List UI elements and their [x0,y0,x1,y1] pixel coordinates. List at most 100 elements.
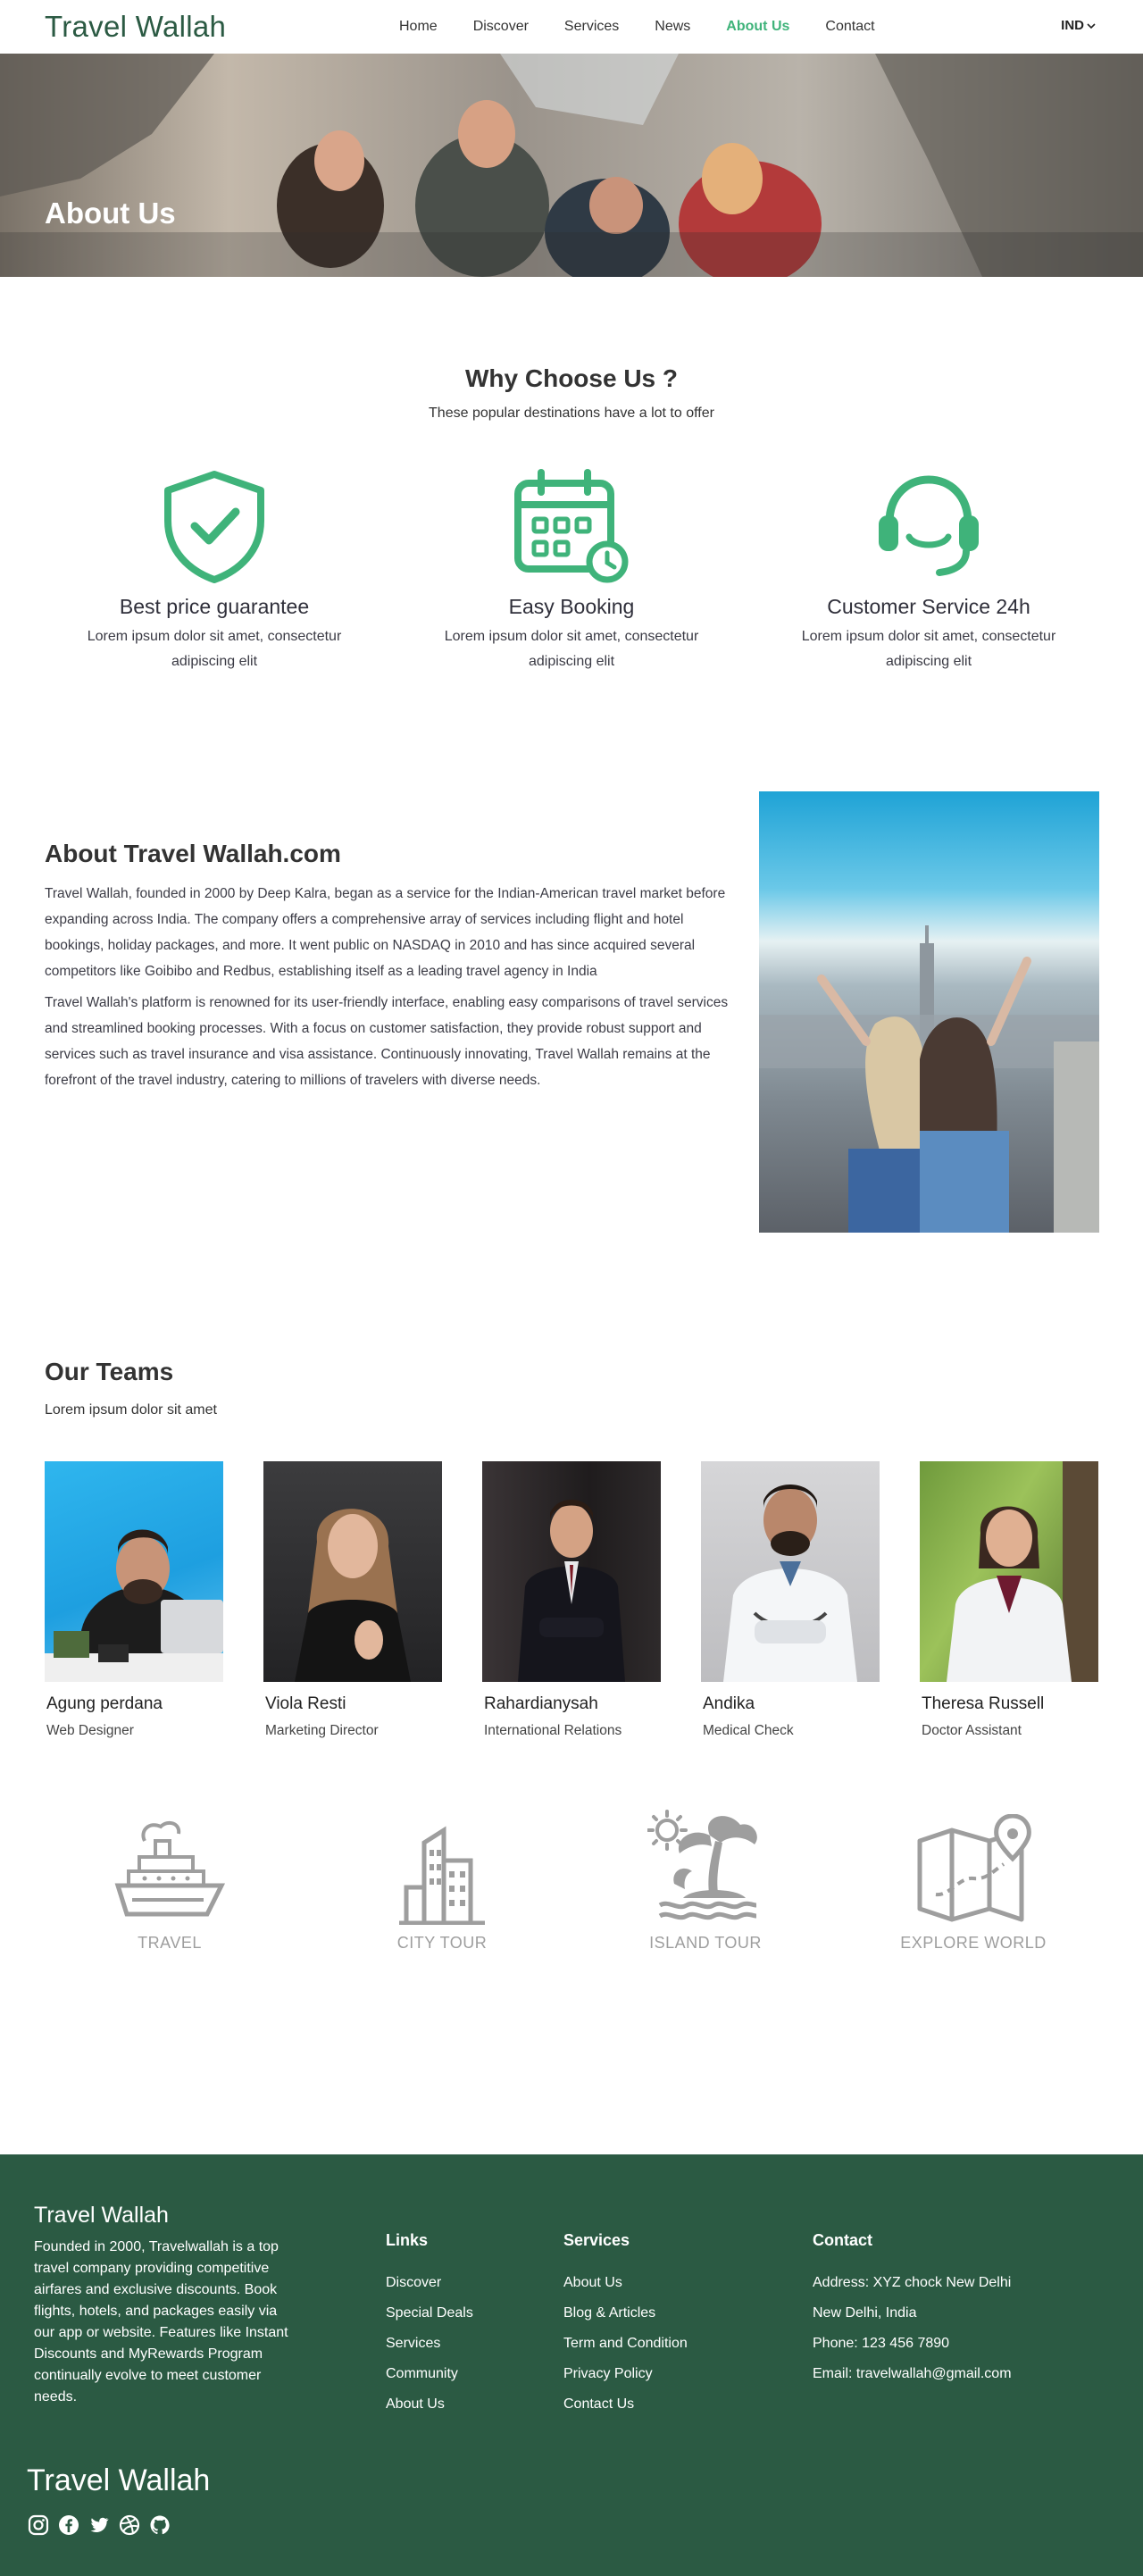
about-title: About Travel Wallah.com [45,840,341,867]
member-role: International Relations [484,1723,622,1738]
headset-icon [879,475,979,576]
team-member-card[interactable]: Rahardianysah International Relations [482,1461,661,1739]
nav-links: Home Discover Services News About Us Con… [399,0,911,54]
member-role: Medical Check [703,1723,794,1738]
avatar [920,1461,1098,1682]
cruise-ship-icon [114,1820,225,1917]
why-choose-us-section: Why Choose Us ? These popular destinatio… [0,277,1143,768]
footer-link[interactable]: Special Deals [386,2298,473,2329]
chevron-down-icon [1087,22,1096,29]
footer-links-column: Links Discover Special Deals Services Co… [386,2231,473,2420]
about-paragraph: Travel Wallah's platform is renowned for… [45,995,729,1088]
footer: Travel Wallah Founded in 2000, Travelwal… [0,2154,1143,2576]
feature-card: Best price guarantee Lorem ipsum dolor s… [71,468,357,674]
social-links [27,2513,171,2537]
team-title: Our Teams [45,1358,174,1385]
footer-contact-column: Contact Address: XYZ chock New Delhi New… [813,2231,1012,2389]
calendar-clock-icon [514,469,629,583]
tour-label: EXPLORE WORLD [900,1934,1047,1952]
tour-label: TRAVEL [138,1934,202,1952]
nav-link-discover[interactable]: Discover [473,19,529,35]
footer-brand-bottom: Travel Wallah [27,2463,211,2497]
tour-item[interactable]: TRAVEL [80,1804,259,1953]
avatar [45,1461,223,1682]
team-section: Our Teams Lorem ipsum dolor sit amet Agu… [0,1313,1143,1742]
footer-column-title: Services [563,2231,630,2249]
team-members: Agung perdana Web Designer Viola Resti M… [45,1461,1098,1739]
nav-link-services[interactable]: Services [564,19,619,35]
contact-city: New Delhi, India [813,2305,917,2321]
hero-banner: About Us [0,54,1143,277]
footer-brand: Travel Wallah [34,2203,169,2228]
nav-link-home[interactable]: Home [399,19,438,35]
city-building-icon [399,1826,485,1925]
feature-text: Lorem ipsum dolor sit amet, consectetur … [87,629,342,669]
member-role: Marketing Director [265,1723,379,1738]
feature-card: Customer Service 24h Lorem ipsum dolor s… [786,468,1072,674]
tour-label: ISLAND TOUR [649,1934,762,1952]
member-role: Doctor Assistant [922,1723,1022,1738]
tour-item[interactable]: CITY TOUR [353,1804,531,1953]
footer-link[interactable]: Discover [386,2268,473,2298]
team-member-card[interactable]: Agung perdana Web Designer [45,1461,223,1739]
avatar [482,1461,661,1682]
footer-link[interactable]: Contact Us [563,2389,688,2420]
tour-item[interactable]: EXPLORE WORLD [884,1804,1063,1953]
footer-link[interactable]: Blog & Articles [563,2298,688,2329]
footer-column-title: Links [386,2231,429,2249]
github-icon[interactable] [148,2513,171,2537]
nav-link-news[interactable]: News [655,19,690,35]
instagram-icon[interactable] [27,2513,50,2537]
member-name: Andika [703,1694,755,1713]
footer-services-column: Services About Us Blog & Articles Term a… [563,2231,688,2420]
feature-title: Customer Service 24h [827,595,1030,618]
team-member-card[interactable]: Andika Medical Check [701,1461,880,1739]
palm-island-icon [647,1810,757,1920]
footer-link[interactable]: About Us [563,2268,688,2298]
why-title: Why Choose Us ? [464,364,678,392]
footer-description: Founded in 2000, Travelwallah is a top t… [34,2239,288,2405]
team-member-card[interactable]: Viola Resti Marketing Director [263,1461,442,1739]
footer-link[interactable]: About Us [386,2389,473,2420]
avatar [701,1461,880,1682]
brand-logo[interactable]: Travel Wallah [45,10,226,44]
about-paragraph: Travel Wallah, founded in 2000 by Deep K… [45,886,726,979]
member-name: Viola Resti [265,1694,346,1713]
contact-email[interactable]: Email: travelwallah@gmail.com [813,2359,1012,2389]
footer-link[interactable]: Community [386,2359,473,2389]
tour-types-section: TRAVEL CITY TOUR ISLAND TOUR EXPLORE WOR… [0,1742,1143,2154]
feature-title: Best price guarantee [119,595,310,618]
footer-column-title: Contact [813,2231,872,2249]
about-text: About Travel Wallah.com Travel Wallah, f… [45,840,743,1093]
avatar [263,1461,442,1682]
contact-phone[interactable]: Phone: 123 456 7890 [813,2329,1012,2359]
facebook-icon[interactable] [57,2513,80,2537]
shield-check-icon [164,471,264,583]
feature-card: Easy Booking Lorem ipsum dolor sit amet,… [429,468,714,674]
hero-image [0,54,1143,277]
nav-link-about[interactable]: About Us [726,19,789,35]
footer-link[interactable]: Privacy Policy [563,2359,688,2389]
contact-address: Address: XYZ chock New Delhi [813,2275,1012,2290]
footer-link[interactable]: Term and Condition [563,2329,688,2359]
footer-link[interactable]: Services [386,2329,473,2359]
why-subtitle: These popular destinations have a lot to… [429,406,714,421]
team-subtitle: Lorem ipsum dolor sit amet [45,1402,217,1418]
tour-label: CITY TOUR [396,1934,488,1952]
team-member-card[interactable]: Theresa Russell Doctor Assistant [920,1461,1098,1739]
top-nav: Travel Wallah Home Discover Services New… [0,0,1143,54]
dribbble-icon[interactable] [118,2513,141,2537]
tour-item[interactable]: ISLAND TOUR [616,1804,795,1953]
member-name: Rahardianysah [484,1694,598,1713]
twitter-icon[interactable] [88,2513,111,2537]
language-selector[interactable]: IND [1061,18,1097,33]
about-image [759,791,1099,1233]
language-label: IND [1061,18,1084,33]
city-travelers-image [759,791,1099,1233]
feature-title: Easy Booking [508,595,635,618]
about-section: About Travel Wallah.com Travel Wallah, f… [0,768,1143,1313]
nav-link-contact[interactable]: Contact [825,19,874,35]
member-name: Theresa Russell [922,1694,1045,1713]
member-name: Agung perdana [46,1694,163,1713]
member-role: Web Designer [46,1723,134,1738]
